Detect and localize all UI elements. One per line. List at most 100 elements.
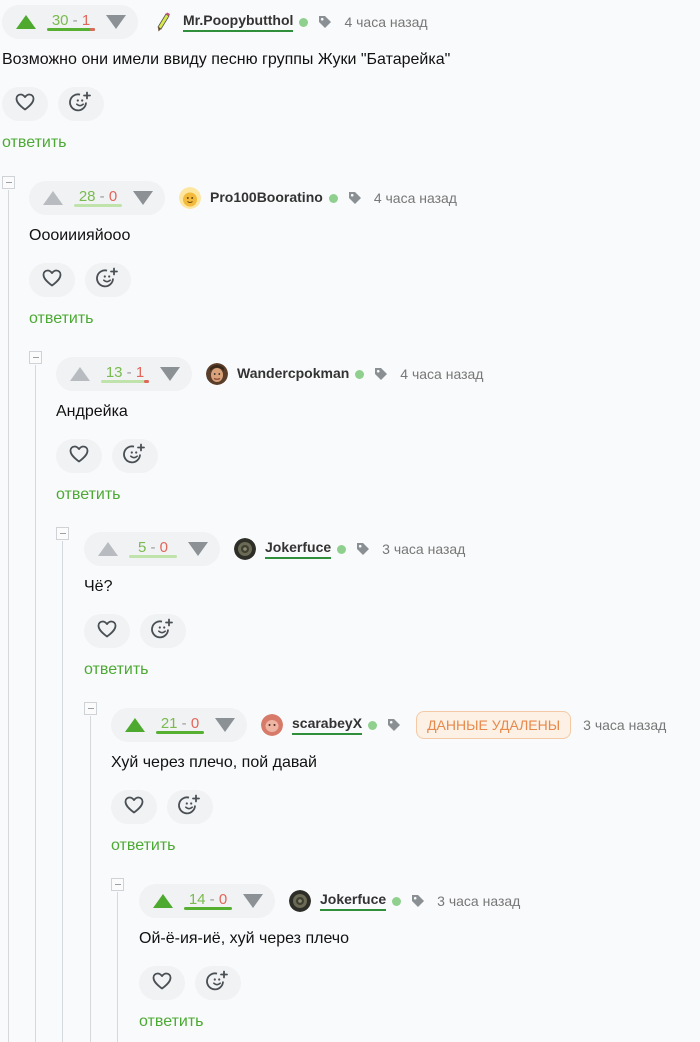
username-link[interactable]: Mr.Poopybutthol [183,12,294,32]
rating-minus: 0 [190,715,200,732]
upvote-arrow-icon[interactable] [43,191,63,205]
reply-link[interactable]: ответить [84,661,149,679]
heart-icon [124,796,144,819]
rating-minus: 1 [135,364,145,381]
add-reaction-button[interactable] [195,966,241,1000]
comment-header: 30 - 1 Mr.Poopybutthol 4 часа назад [2,5,428,39]
heart-icon [42,269,62,292]
comment-timestamp[interactable]: 4 часа назад [374,190,457,206]
tag-icon[interactable] [318,15,332,29]
downvote-arrow-icon[interactable] [243,894,263,908]
downvote-arrow-icon[interactable] [188,542,208,556]
vote-control: 28 - 0 [29,181,165,215]
rating-minus: 1 [81,12,91,29]
avatar[interactable] [234,538,256,560]
rating-plus: 14 [188,891,206,908]
rating-separator: - [95,188,109,205]
rating-minus: 0 [159,539,169,556]
status-badge: ДАННЫЕ УДАЛЕНЫ [416,711,572,739]
like-button[interactable] [29,263,75,297]
comment-text: Возможно они имели ввиду песню группы Жу… [2,51,451,68]
avatar[interactable] [206,363,228,385]
comment-timestamp[interactable]: 4 часа назад [344,14,427,30]
reply-link[interactable]: ответить [111,837,176,855]
heart-icon [69,445,89,468]
tag-icon[interactable] [387,718,401,732]
add-reaction-button[interactable] [58,87,104,121]
vote-control: 21 - 0 [111,708,247,742]
upvote-arrow-icon[interactable] [153,894,173,908]
reply-link[interactable]: ответить [29,310,94,328]
upvote-arrow-icon[interactable] [16,15,36,29]
username-link[interactable]: Pro100Booratino [210,189,323,207]
emoji-add-icon [123,442,147,471]
reply-link[interactable]: ответить [139,1013,204,1031]
emoji-add-icon [151,617,175,646]
heart-icon [152,972,172,995]
downvote-arrow-icon[interactable] [215,718,235,732]
collapse-toggle[interactable] [111,878,124,891]
collapse-toggle[interactable] [2,176,15,189]
thread-line [90,716,91,1042]
comment-timestamp[interactable]: 3 часа назад [437,893,520,909]
rating-score: 5 - 0 [118,532,188,566]
comment-timestamp[interactable]: 3 часа назад [583,717,666,733]
like-button[interactable] [56,439,102,473]
vote-control: 14 - 0 [139,884,275,918]
add-reaction-button[interactable] [167,790,213,824]
rating-bar-negative [90,28,95,31]
collapse-toggle[interactable] [84,702,97,715]
comment-header: 14 - 0 Jokerfuce 3 часа назад [139,884,520,918]
upvote-arrow-icon[interactable] [70,367,90,381]
online-indicator [368,720,378,730]
rating-minus: 0 [218,891,228,908]
comment-timestamp[interactable]: 4 часа назад [400,366,483,382]
collapse-toggle[interactable] [56,527,69,540]
comment-header: 28 - 0 Pro100Booratino 4 часа назад [29,181,457,215]
avatar[interactable] [289,890,311,912]
comment-timestamp[interactable]: 3 часа назад [382,541,465,557]
avatar[interactable] [152,11,174,33]
heart-icon [15,93,35,116]
comment-header: 13 - 1 Wandercpokman 4 часа назад [56,357,483,391]
rating-score: 14 - 0 [173,884,243,918]
add-reaction-button[interactable] [112,439,158,473]
rating-plus: 13 [105,364,123,381]
avatar[interactable] [179,187,201,209]
tag-icon[interactable] [356,542,370,556]
username-link[interactable]: Jokerfuce [320,891,387,911]
tag-icon[interactable] [348,191,362,205]
reply-link[interactable]: ответить [56,486,121,504]
online-indicator [337,544,347,554]
rating-separator: - [122,364,136,381]
tag-icon[interactable] [411,894,425,908]
downvote-arrow-icon[interactable] [160,367,180,381]
emoji-add-icon [206,969,230,998]
rating-bar-negative [144,380,149,383]
comment-text: Чё? [84,578,113,595]
like-button[interactable] [84,614,130,648]
username-link[interactable]: Wandercpokman [237,365,349,383]
username-link[interactable]: scarabeyX [292,715,363,735]
reply-link[interactable]: ответить [2,134,67,152]
thread-line [35,365,36,1042]
rating-score: 21 - 0 [145,708,215,742]
collapse-toggle[interactable] [29,351,42,364]
comment-header: 5 - 0 Jokerfuce 3 часа назад [84,532,465,566]
username-link[interactable]: Jokerfuce [265,539,332,559]
like-button[interactable] [139,966,185,1000]
like-button[interactable] [2,87,48,121]
upvote-arrow-icon[interactable] [125,718,145,732]
downvote-arrow-icon[interactable] [106,15,126,29]
vote-control: 13 - 1 [56,357,192,391]
add-reaction-button[interactable] [140,614,186,648]
upvote-arrow-icon[interactable] [98,542,118,556]
emoji-add-icon [69,90,93,119]
comment-text: Хуй через плечо, пой давай [111,754,317,771]
downvote-arrow-icon[interactable] [133,191,153,205]
add-reaction-button[interactable] [85,263,131,297]
comment-actions [84,614,196,648]
tag-icon[interactable] [374,367,388,381]
avatar[interactable] [261,714,283,736]
like-button[interactable] [111,790,157,824]
